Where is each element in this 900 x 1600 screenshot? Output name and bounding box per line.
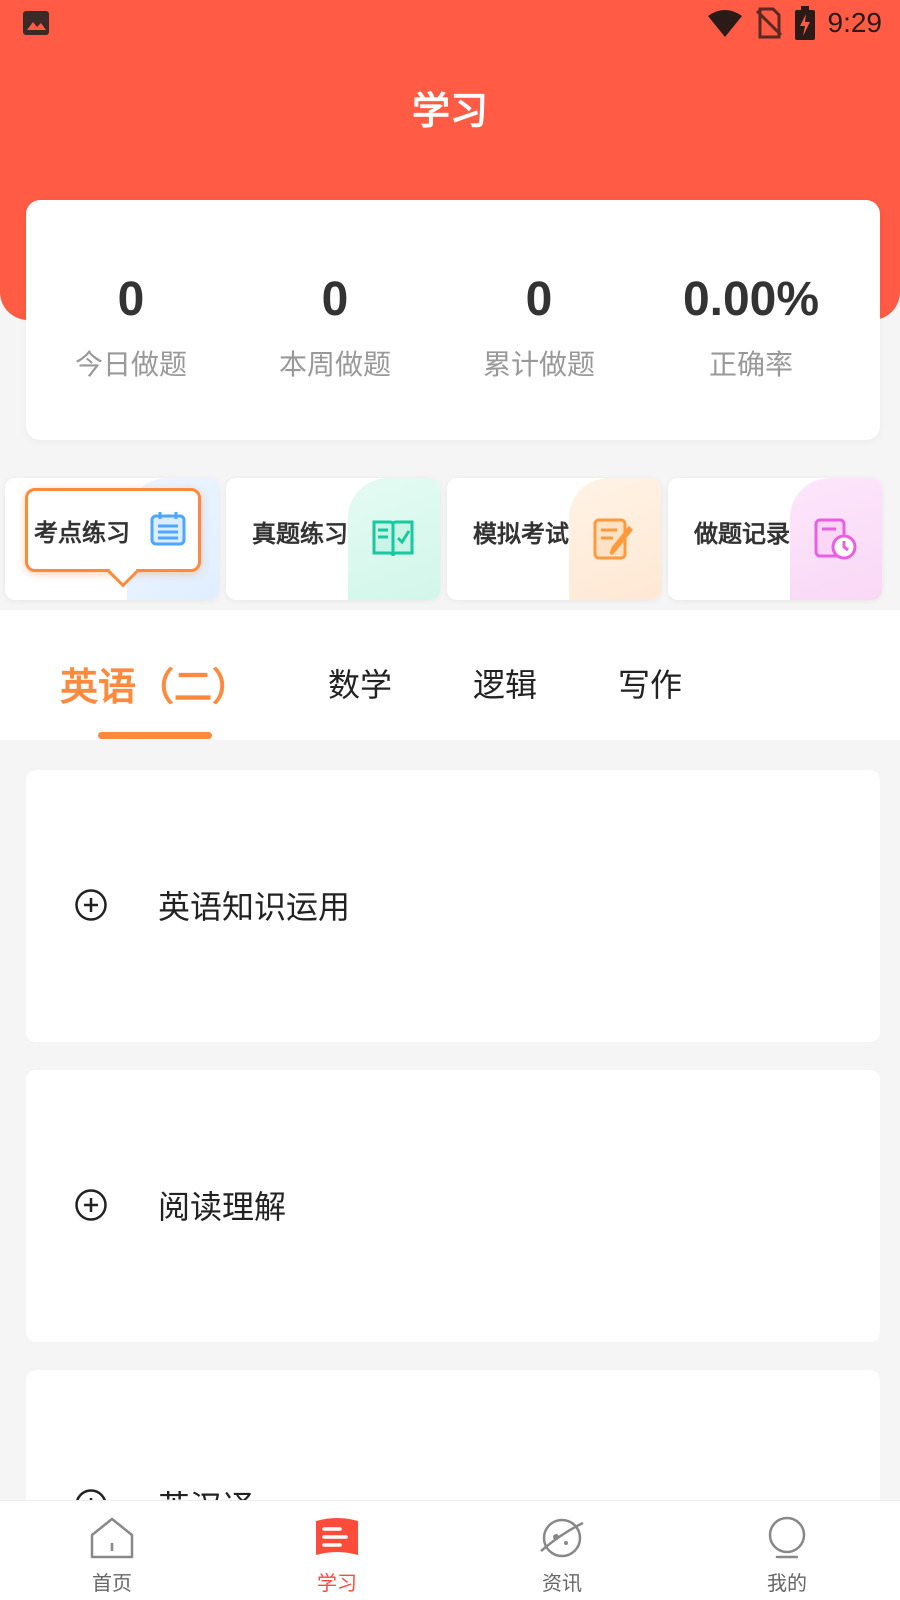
profile-icon — [768, 1516, 806, 1559]
nav-news[interactable]: 资讯 — [502, 1513, 622, 1596]
tab-logic[interactable]: 逻辑 — [473, 660, 537, 706]
stat-label: 本周做题 — [278, 348, 391, 381]
stat-value: 0 — [525, 273, 553, 326]
nav-study[interactable]: 学习 — [277, 1513, 397, 1596]
planet-icon — [540, 1518, 584, 1558]
nav-label: 学习 — [317, 1571, 357, 1595]
image-notification-icon — [23, 11, 49, 35]
stat-today: 0 今日做题 — [26, 272, 236, 383]
section-title: 阅读理解 — [158, 1188, 287, 1226]
tab-math[interactable]: 数学 — [328, 660, 392, 706]
list-item[interactable]: 英语知识运用 — [26, 770, 880, 1042]
nav-mine[interactable]: 我的 — [727, 1513, 847, 1596]
quick-action-label: 真题练习 — [252, 520, 348, 548]
quick-action-label: 考点练习 — [34, 519, 130, 547]
nav-label: 我的 — [767, 1571, 807, 1595]
active-tab-indicator — [98, 732, 212, 739]
quick-action-kaodian[interactable]: 考点练习 — [25, 488, 201, 588]
quick-action-zhenti[interactable]: 真题练习 — [226, 478, 440, 600]
status-time: 9:29 — [827, 7, 883, 38]
expand-plus-icon[interactable] — [74, 1188, 108, 1222]
no-sim-icon — [755, 7, 782, 39]
status-bar: 9:29 — [0, 0, 900, 50]
stat-label: 正确率 — [708, 348, 793, 381]
stat-value: 0 — [321, 273, 349, 326]
subject-tabs: 英语（二） 数学 逻辑 写作 — [0, 610, 900, 740]
section-title: 英语知识运用 — [158, 888, 351, 926]
quick-action-label: 模拟考试 — [473, 520, 569, 548]
home-icon — [90, 1517, 134, 1559]
nav-label: 资讯 — [542, 1571, 582, 1595]
list-item[interactable]: 阅读理解 — [26, 1070, 880, 1342]
wifi-icon — [707, 10, 742, 37]
calendar-list-icon — [150, 512, 186, 546]
quick-action-label: 做题记录 — [694, 520, 790, 548]
study-book-icon — [316, 1518, 358, 1555]
stat-value: 0 — [117, 273, 145, 326]
stat-week: 0 本周做题 — [230, 272, 440, 383]
record-clock-icon — [814, 518, 857, 560]
expand-plus-icon[interactable] — [74, 888, 108, 922]
stat-value: 0.00% — [682, 273, 820, 326]
page-title: 学习 — [411, 89, 488, 133]
stat-total: 0 累计做题 — [434, 272, 644, 383]
stats-card: 0 今日做题 0 本周做题 0 累计做题 0.00% 正确率 — [26, 200, 880, 440]
tab-writing[interactable]: 写作 — [618, 660, 682, 706]
battery-charging-icon — [794, 6, 815, 40]
book-icon — [372, 520, 414, 557]
nav-label: 首页 — [92, 1571, 132, 1595]
tab-english-two[interactable]: 英语（二） — [60, 656, 250, 711]
stat-label: 累计做题 — [482, 348, 595, 381]
bottom-navigation: 首页 学习 资讯 我的 — [0, 1500, 900, 1600]
edit-note-icon — [593, 518, 634, 560]
stat-label: 今日做题 — [74, 348, 187, 381]
quick-action-moni[interactable]: 模拟考试 — [447, 478, 661, 600]
quick-action-jilu[interactable]: 做题记录 — [668, 478, 882, 600]
stat-accuracy: 0.00% 正确率 — [646, 272, 856, 383]
nav-home[interactable]: 首页 — [52, 1513, 172, 1596]
